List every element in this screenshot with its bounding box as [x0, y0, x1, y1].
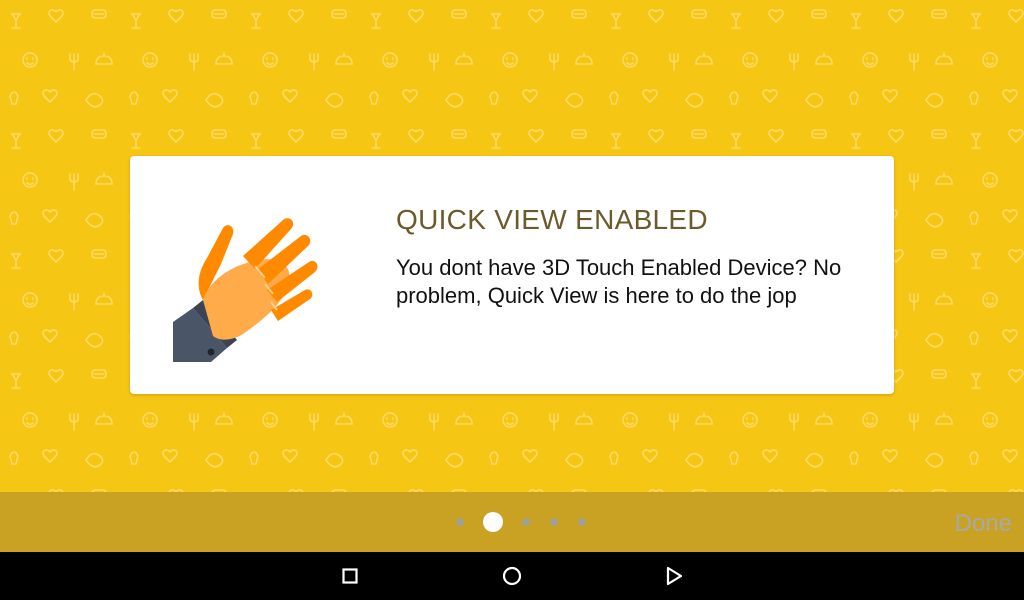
recent-apps-button[interactable]	[338, 564, 362, 588]
page-dot-4[interactable]	[550, 518, 558, 526]
page-dot-2-active[interactable]	[483, 512, 503, 532]
square-icon	[342, 568, 358, 584]
onboarding-bottom-bar: Done	[0, 492, 1024, 552]
page-indicator	[446, 492, 596, 552]
home-button[interactable]	[500, 564, 524, 588]
onboarding-screen: QUICK VIEW ENABLED You dont have 3D Touc…	[0, 0, 1024, 600]
onboarding-card: QUICK VIEW ENABLED You dont have 3D Touc…	[130, 156, 894, 394]
back-button[interactable]	[662, 564, 686, 588]
triangle-icon	[666, 566, 683, 586]
page-dot-5[interactable]	[578, 518, 586, 526]
done-button[interactable]: Done	[955, 510, 1012, 538]
hand-icon	[173, 218, 318, 362]
circle-icon	[502, 566, 522, 586]
card-description: You dont have 3D Touch Enabled Device? N…	[396, 255, 842, 308]
page-dot-1[interactable]	[456, 518, 464, 526]
page-dot-3[interactable]	[522, 518, 530, 526]
system-navigation-bar	[0, 552, 1024, 600]
card-title: QUICK VIEW ENABLED	[396, 204, 708, 235]
